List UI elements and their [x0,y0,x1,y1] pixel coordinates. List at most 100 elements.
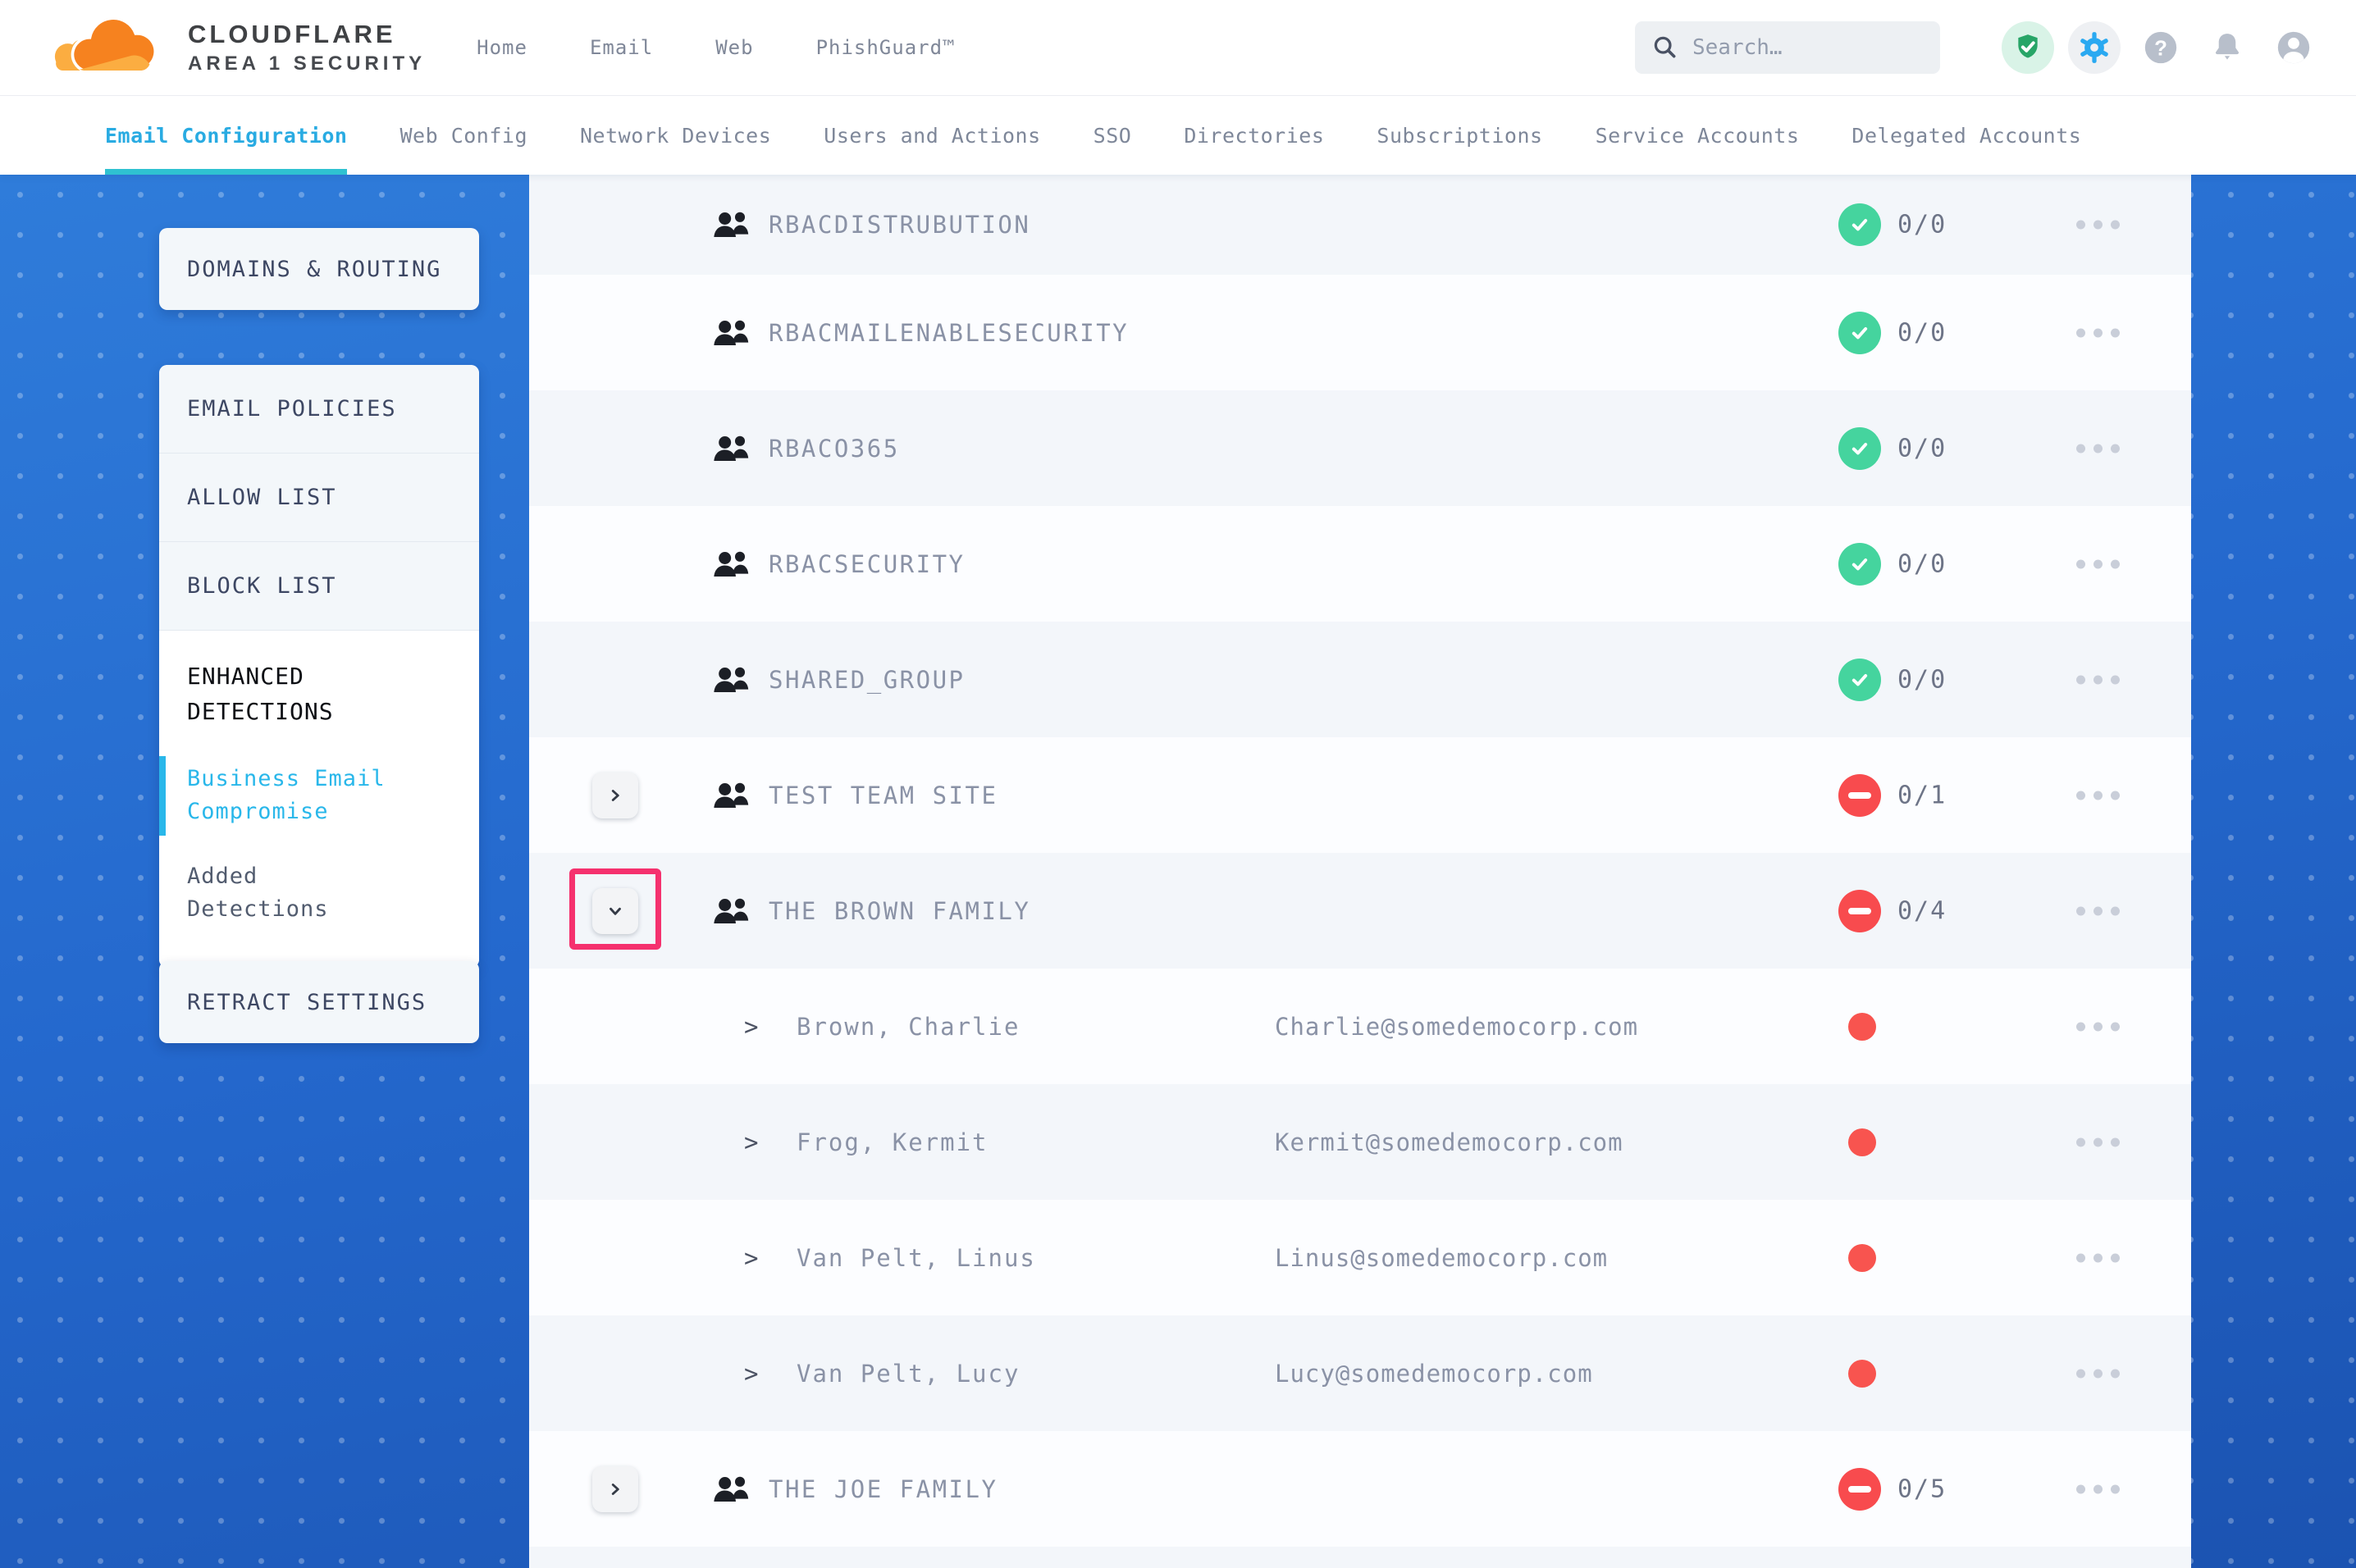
row-menu-button[interactable] [2070,900,2126,922]
nav-item-home[interactable]: Home [477,36,527,59]
tab-email-configuration[interactable]: Email Configuration [105,96,347,175]
table-row-group: RBACDISTRUBUTION 0/0 [529,175,2191,275]
tab-network-devices[interactable]: Network Devices [580,96,771,175]
chevron-icon [606,1480,624,1498]
search-input[interactable] [1692,35,1897,60]
tab-subscriptions[interactable]: Subscriptions [1377,96,1542,175]
sidebar-item-domains-routing[interactable]: DOMAINS & ROUTING [159,228,479,310]
check-icon [1847,552,1872,577]
row-menu-button[interactable] [2070,784,2126,806]
status-badge [1838,203,1881,246]
nav-item-email[interactable]: Email [590,36,653,59]
row-menu-button[interactable] [2070,553,2126,575]
table-row-group: RBACSECURITY 0/0 [529,506,2191,622]
status-badge [1838,659,1881,701]
member-chevron-icon[interactable]: > [744,1360,758,1388]
member-name: Brown, Charlie [797,1013,1020,1041]
brand-subtitle: AREA 1 SECURITY [188,52,426,75]
table-row-member: > Brown, Charlie Charlie@somedemocorp.co… [529,969,2191,1084]
status-badge [1838,312,1881,354]
member-count: 0/5 [1897,1475,1947,1503]
main-area: DOMAINS & ROUTING EMAIL POLICIESALLOW LI… [0,175,2356,1568]
alert-dot [1848,1360,1876,1388]
group-name: RBACDISTRUBUTION [769,211,1030,239]
member-email: Lucy@somedemocorp.com [1275,1360,1593,1388]
brand-name: CLOUDFLARE [188,20,426,49]
member-count: 0/1 [1897,781,1947,809]
minus-icon [1848,1486,1871,1493]
status-badge [1838,1468,1881,1511]
group-icon [711,317,752,349]
enhanced-detections-title: ENHANCED DETECTIONS [159,659,430,730]
group-name: TEST TEAM SITE [769,782,998,809]
group-name: RBACMAILENABLESECURITY [769,319,1129,347]
group-icon [711,664,752,695]
sidebar-item-block-list[interactable]: BLOCK LIST [159,542,479,631]
groups-table: RBACDISTRUBUTION 0/0 RBACMAILENABLESECU [529,175,2191,1568]
sidebar-item-added-detections[interactable]: Added Detections [159,850,430,937]
sidebar-card-retract: RETRACT SETTINGS [159,961,479,1043]
group-name: THE BROWN FAMILY [769,897,1030,925]
member-count: 0/4 [1897,896,1947,925]
sidebar-card-domains: DOMAINS & ROUTING [159,228,479,310]
tab-web-config[interactable]: Web Config [400,96,527,175]
member-chevron-icon[interactable]: > [744,1013,758,1041]
nav-item-web[interactable]: Web [715,36,753,59]
user-avatar-icon[interactable] [2267,21,2320,74]
cloudflare-cloud-icon [45,11,176,84]
member-chevron-icon[interactable]: > [744,1244,758,1272]
table-row-group: THE JOE FAMILY 0/5 [529,1431,2191,1547]
shield-check-icon[interactable] [2002,21,2054,74]
help-question-icon[interactable]: ? [2135,21,2187,74]
table-row-member: > Frog, Kermit Kermit@somedemocorp.com [529,1084,2191,1200]
status-badge [1838,890,1881,932]
status-badge [1838,774,1881,817]
search-box[interactable] [1635,21,1940,74]
check-icon [1847,321,1872,345]
cloudflare-logo[interactable]: CLOUDFLARE AREA 1 SECURITY [45,11,426,84]
expand-button[interactable] [592,773,638,818]
row-menu-button[interactable] [2070,437,2126,459]
tab-sso[interactable]: SSO [1094,96,1132,175]
alert-dot [1848,1128,1876,1156]
row-menu-button[interactable] [2070,214,2126,236]
tab-service-accounts[interactable]: Service Accounts [1596,96,1800,175]
collapse-button[interactable] [592,888,638,934]
group-icon [711,549,752,580]
check-icon [1847,436,1872,461]
member-name: Frog, Kermit [797,1128,989,1156]
nav-item-phishguard[interactable]: PhishGuard™ [816,36,956,59]
group-icon [711,896,752,927]
member-count: 0/0 [1897,665,1947,694]
svg-text:?: ? [2154,38,2167,61]
sidebar-card-policies: EMAIL POLICIESALLOW LISTBLOCK LIST ENHAN… [159,365,479,968]
row-menu-button[interactable] [2070,1478,2126,1500]
member-email: Kermit@somedemocorp.com [1275,1128,1623,1156]
table-row-member: > Van Pelt, Lucy Lucy@somedemocorp.com [529,1315,2191,1431]
member-count: 0/0 [1897,549,1947,578]
row-menu-button[interactable] [2070,1247,2126,1269]
chevron-icon [606,786,624,805]
row-menu-button[interactable] [2070,1362,2126,1384]
sidebar-item-business-email-compromise[interactable]: Business Email Compromise [159,753,430,839]
row-menu-button[interactable] [2070,321,2126,344]
search-icon [1651,34,1679,62]
sidebar-item-retract-settings[interactable]: RETRACT SETTINGS [159,961,479,1043]
settings-gear-icon[interactable] [2068,21,2121,74]
sidebar-item-allow-list[interactable]: ALLOW LIST [159,454,479,542]
sidebar-item-email-policies[interactable]: EMAIL POLICIES [159,365,479,454]
table-row-group: TEST TEAM SITE 0/1 [529,737,2191,853]
notifications-bell-icon[interactable] [2201,21,2253,74]
tab-directories[interactable]: Directories [1184,96,1324,175]
row-menu-button[interactable] [2070,668,2126,691]
tab-users-and-actions[interactable]: Users and Actions [824,96,1040,175]
member-chevron-icon[interactable]: > [744,1128,758,1156]
row-menu-button[interactable] [2070,1131,2126,1153]
expand-button[interactable] [592,1466,638,1512]
member-count: 0/0 [1897,318,1947,347]
table-row-member: > Van Pelt, Linus Linus@somedemocorp.com [529,1200,2191,1315]
tab-delegated-accounts[interactable]: Delegated Accounts [1851,96,2081,175]
member-name: Van Pelt, Lucy [797,1360,1020,1388]
minus-icon [1848,908,1871,914]
row-menu-button[interactable] [2070,1015,2126,1037]
